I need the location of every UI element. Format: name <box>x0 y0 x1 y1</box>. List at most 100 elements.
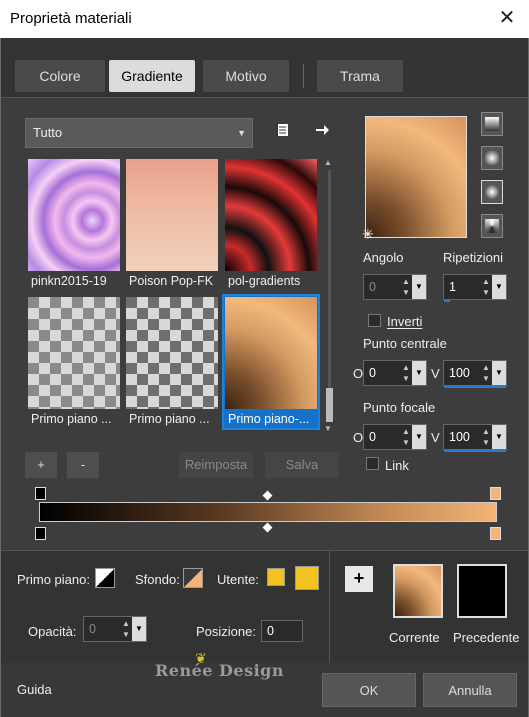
radial-style-icon[interactable] <box>481 214 503 238</box>
category-select[interactable]: Tutto ▼ <box>25 118 253 148</box>
link-checkbox[interactable] <box>366 457 379 470</box>
focal-h-label: O <box>353 430 364 445</box>
help-link[interactable]: Guida <box>17 682 52 697</box>
angle-input[interactable]: 0 ▲ ▼ ▼ <box>363 274 427 300</box>
foreground-stop-icon[interactable] <box>95 568 115 588</box>
watermark-text: Renée Design <box>155 661 284 680</box>
gradient-item-selected[interactable]: Primo piano-... <box>222 294 320 430</box>
previous-material-swatch[interactable] <box>457 564 507 618</box>
color-stop-end-bottom[interactable] <box>490 527 501 540</box>
gradient-item-label: Primo piano ... <box>31 412 112 426</box>
gradient-item-label: Poison Pop-FK <box>129 274 214 288</box>
angle-value: 0 <box>369 280 376 294</box>
gradient-item[interactable]: Primo piano ... <box>27 296 121 428</box>
gradient-item-label: Primo piano-... <box>228 412 310 426</box>
gradient-item[interactable]: Primo piano ... <box>125 296 219 428</box>
save-button[interactable]: Salva <box>265 452 339 478</box>
position-value: 0 <box>267 624 274 638</box>
chevron-down-icon[interactable]: ▼ <box>492 425 506 449</box>
angle-label: Angolo <box>363 250 404 265</box>
tab-colore[interactable]: Colore <box>15 60 105 92</box>
center-h-label: O <box>353 366 364 381</box>
close-icon[interactable]: ✕ <box>495 6 519 30</box>
scroll-track <box>328 170 331 422</box>
opacity-input[interactable]: 0 ▲ ▼ ▼ <box>83 616 147 642</box>
tab-trama[interactable]: Trama <box>317 60 403 92</box>
book-icon[interactable] <box>271 122 293 144</box>
background-label: Sfondo: <box>135 572 180 587</box>
chevron-down-icon[interactable]: ▼ <box>492 275 506 299</box>
center-v-label: V <box>431 366 440 381</box>
user-stop-icon[interactable] <box>267 568 285 586</box>
color-stop-end-top[interactable] <box>490 487 501 500</box>
cancel-button[interactable]: Annulla <box>423 673 517 707</box>
previous-label: Precedente <box>453 630 520 645</box>
chevron-down-icon[interactable]: ▼ <box>132 617 146 641</box>
invert-checkbox[interactable] <box>368 314 381 327</box>
gradient-item[interactable]: pinkn2015-19 <box>27 158 121 290</box>
sunburst-swatch <box>485 185 499 199</box>
library-scrollbar[interactable]: ▲ ▼ <box>324 158 334 434</box>
focal-v-value: 100 <box>449 430 470 444</box>
sunburst-style-icon[interactable] <box>481 180 503 204</box>
center-h-input[interactable]: 0 ▲ ▼ ▼ <box>363 360 427 386</box>
remove-gradient-button[interactable]: - <box>67 452 99 478</box>
focal-v-slider-fill <box>444 450 506 452</box>
opacity-label: Opacità: <box>28 624 77 639</box>
add-gradient-button[interactable]: + <box>25 452 57 478</box>
focal-h-input[interactable]: 0 ▲ ▼ ▼ <box>363 424 427 450</box>
gradient-thumbnail <box>126 297 218 409</box>
position-label: Posizione: <box>196 624 256 639</box>
tab-motivo[interactable]: Motivo <box>203 60 289 92</box>
tab-gradiente[interactable]: Gradiente <box>109 60 195 92</box>
repeats-input[interactable]: 1 ▲ ▼ ▼ <box>443 274 507 302</box>
ok-button[interactable]: OK <box>322 673 416 707</box>
color-stop-start-top[interactable] <box>35 487 46 500</box>
current-material-swatch[interactable] <box>393 564 443 618</box>
gradient-thumbnail <box>126 159 218 271</box>
spinner-icon[interactable]: ▲ ▼ <box>480 362 492 384</box>
background-stop-icon[interactable] <box>183 568 203 588</box>
spinner-icon[interactable]: ▲ ▼ <box>400 426 412 448</box>
focal-point-icon[interactable]: ✳ <box>362 226 374 243</box>
color-stop-start-bottom[interactable] <box>35 527 46 540</box>
reset-button[interactable]: Reimposta <box>179 452 253 478</box>
gradient-item[interactable]: Poison Pop-FK <box>125 158 219 290</box>
linear-style-icon[interactable] <box>481 112 503 136</box>
chevron-down-icon[interactable]: ▼ <box>492 361 506 385</box>
gradient-thumbnail <box>28 297 120 409</box>
user-label: Utente: <box>217 572 259 587</box>
spinner-icon[interactable]: ▲ ▼ <box>120 618 132 640</box>
chevron-down-icon[interactable]: ▼ <box>412 361 426 385</box>
gradient-item-label: Primo piano ... <box>129 412 210 426</box>
focal-v-label: V <box>431 430 440 445</box>
add-to-swatches-button[interactable]: + <box>345 566 373 592</box>
center-v-value: 100 <box>449 366 470 380</box>
rectangular-style-icon[interactable] <box>481 146 503 170</box>
focal-v-input[interactable]: 100 ▲ ▼ ▼ <box>443 424 507 452</box>
gradient-editor-bar[interactable] <box>39 502 497 522</box>
spinner-icon[interactable]: ▲ ▼ <box>480 276 492 298</box>
spinner-icon[interactable]: ▲ ▼ <box>480 426 492 448</box>
spinner-icon[interactable]: ▲ ▼ <box>400 362 412 384</box>
center-v-input[interactable]: 100 ▲ ▼ ▼ <box>443 360 507 388</box>
scroll-down-icon[interactable]: ▼ <box>324 424 332 433</box>
midpoint-marker-bottom[interactable] <box>262 522 273 533</box>
position-input[interactable]: 0 <box>261 620 303 642</box>
gradient-thumbnail <box>28 159 120 271</box>
title-bar: Proprietà materiali ✕ <box>0 0 529 38</box>
midpoint-marker-top[interactable] <box>262 490 273 501</box>
arrow-right-icon[interactable] <box>311 122 333 144</box>
spinner-icon[interactable]: ▲ ▼ <box>400 276 412 298</box>
link-label: Link <box>385 458 409 473</box>
gradient-preview[interactable]: ✳ <box>362 116 467 242</box>
scroll-thumb[interactable] <box>326 388 333 422</box>
chevron-down-icon[interactable]: ▼ <box>412 425 426 449</box>
gradient-item-label: pinkn2015-19 <box>31 274 107 288</box>
scroll-up-icon[interactable]: ▲ <box>324 158 332 167</box>
user-color-swatch[interactable] <box>295 566 319 590</box>
gradient-item[interactable]: pol-gradients <box>224 158 318 290</box>
gradient-library: pinkn2015-19 Poison Pop-FK pol-gradients… <box>27 158 323 434</box>
chevron-down-icon[interactable]: ▼ <box>412 275 426 299</box>
foreground-label: Primo piano: <box>17 572 90 587</box>
